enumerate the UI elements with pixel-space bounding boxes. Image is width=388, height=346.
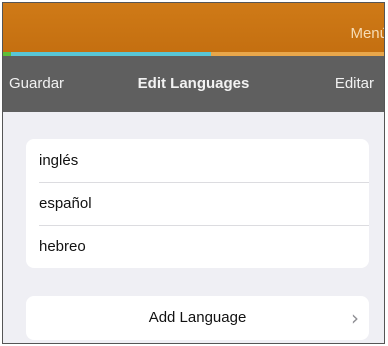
menu-button[interactable]: Menú xyxy=(350,25,384,42)
chevron-right-icon: › xyxy=(351,306,359,330)
edit-button[interactable]: Editar xyxy=(335,75,374,92)
language-list: inglés español hebreo xyxy=(26,139,369,268)
language-item-spanish[interactable]: español xyxy=(26,182,369,225)
page-title: Edit Languages xyxy=(137,75,250,92)
app-window: Menú Guardar Edit Languages Editar inglé… xyxy=(2,2,385,344)
content-area: inglés español hebreo Add Language › xyxy=(3,112,384,343)
top-bar: Menú xyxy=(3,3,384,53)
navigation-bar: Guardar Edit Languages Editar xyxy=(3,56,384,112)
language-item-hebrew[interactable]: hebreo xyxy=(26,225,369,268)
language-item-english[interactable]: inglés xyxy=(26,139,369,182)
add-language-label: Add Language xyxy=(148,309,247,326)
add-language-button[interactable]: Add Language › xyxy=(26,296,369,340)
